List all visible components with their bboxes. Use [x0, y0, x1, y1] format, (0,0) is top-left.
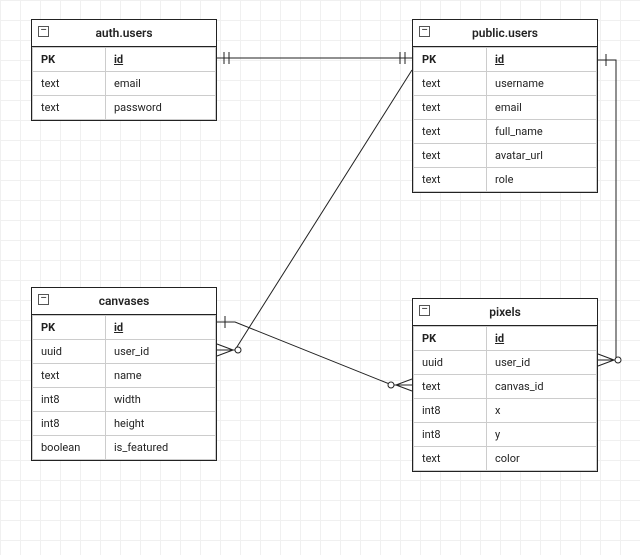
pk-row: PKid [33, 316, 216, 340]
column-row: uuiduser_id [33, 340, 216, 364]
column-name: name [106, 364, 216, 388]
column-type: text [414, 144, 487, 168]
column-type: int8 [414, 423, 487, 447]
column-type: boolean [33, 436, 106, 460]
pk-label: PK [33, 48, 106, 72]
collapse-icon[interactable]: – [419, 26, 430, 37]
entity-title-text: auth.users [95, 26, 152, 40]
column-row: textfull_name [414, 120, 597, 144]
column-row: textavatar_url [414, 144, 597, 168]
column-row: uuiduser_id [414, 351, 597, 375]
column-row: textname [33, 364, 216, 388]
pk-field: id [106, 48, 216, 72]
column-type: text [33, 96, 106, 120]
column-name: email [487, 96, 597, 120]
pk-field: id [487, 48, 597, 72]
column-name: x [487, 399, 597, 423]
entity-title[interactable]: – auth.users [32, 20, 216, 47]
column-name: avatar_url [487, 144, 597, 168]
column-type: text [414, 120, 487, 144]
column-name: username [487, 72, 597, 96]
collapse-icon[interactable]: – [38, 294, 49, 305]
column-type: int8 [33, 388, 106, 412]
column-row: textcanvas_id [414, 375, 597, 399]
column-row: int8x [414, 399, 597, 423]
column-type: text [414, 375, 487, 399]
entity-columns: PKidtextusernametextemailtextfull_namete… [413, 47, 597, 192]
column-row: textemail [414, 96, 597, 120]
entity-pixels[interactable]: –pixelsPKiduuiduser_idtextcanvas_idint8x… [412, 298, 598, 472]
pk-row: PKid [414, 48, 597, 72]
column-type: text [33, 364, 106, 388]
column-type: int8 [33, 412, 106, 436]
pk-field: id [487, 327, 597, 351]
column-type: text [33, 72, 106, 96]
entity-columns: PKiduuiduser_idtextnameint8widthint8heig… [32, 315, 216, 460]
column-name: user_id [487, 351, 597, 375]
column-type: text [414, 168, 487, 192]
column-row: textpassword [33, 96, 216, 120]
column-row: textusername [414, 72, 597, 96]
collapse-icon[interactable]: – [38, 26, 49, 37]
pk-row: PKid [414, 327, 597, 351]
column-name: user_id [106, 340, 216, 364]
entity-public_users[interactable]: –public.usersPKidtextusernametextemailte… [412, 19, 598, 193]
pk-label: PK [414, 48, 487, 72]
entity-title-text: pixels [489, 305, 521, 319]
rel-canvases-pixels [217, 316, 412, 391]
entity-columns: PKiduuiduser_idtextcanvas_idint8xint8yte… [413, 326, 597, 471]
column-row: int8height [33, 412, 216, 436]
column-type: int8 [414, 399, 487, 423]
column-name: y [487, 423, 597, 447]
column-name: email [106, 72, 216, 96]
entity-canvases[interactable]: –canvasesPKiduuiduser_idtextnameint8widt… [31, 287, 217, 461]
pk-label: PK [33, 316, 106, 340]
column-name: full_name [487, 120, 597, 144]
column-type: text [414, 447, 487, 471]
column-name: password [106, 96, 216, 120]
pk-row: PKid [33, 48, 216, 72]
column-name: role [487, 168, 597, 192]
column-name: is_featured [106, 436, 216, 460]
column-row: textcolor [414, 447, 597, 471]
entity-title[interactable]: – canvases [32, 288, 216, 315]
column-row: int8y [414, 423, 597, 447]
column-row: booleanis_featured [33, 436, 216, 460]
pk-field: id [106, 316, 216, 340]
column-name: height [106, 412, 216, 436]
column-row: int8width [33, 388, 216, 412]
column-name: canvas_id [487, 375, 597, 399]
column-name: width [106, 388, 216, 412]
rel-public-canvases [217, 70, 412, 356]
entity-title-text: canvases [99, 294, 150, 308]
column-type: uuid [33, 340, 106, 364]
entity-auth_users[interactable]: –auth.usersPKidtextemailtextpassword [31, 19, 217, 121]
collapse-icon[interactable]: – [419, 305, 430, 316]
column-type: text [414, 72, 487, 96]
column-type: uuid [414, 351, 487, 375]
entity-title[interactable]: – pixels [413, 299, 597, 326]
column-row: textemail [33, 72, 216, 96]
column-row: textrole [414, 168, 597, 192]
rel-public-pixels [598, 54, 621, 366]
column-name: color [487, 447, 597, 471]
entity-columns: PKidtextemailtextpassword [32, 47, 216, 120]
pk-label: PK [414, 327, 487, 351]
column-type: text [414, 96, 487, 120]
rel-auth-public [217, 52, 412, 64]
entity-title-text: public.users [472, 26, 538, 40]
entity-title[interactable]: – public.users [413, 20, 597, 47]
